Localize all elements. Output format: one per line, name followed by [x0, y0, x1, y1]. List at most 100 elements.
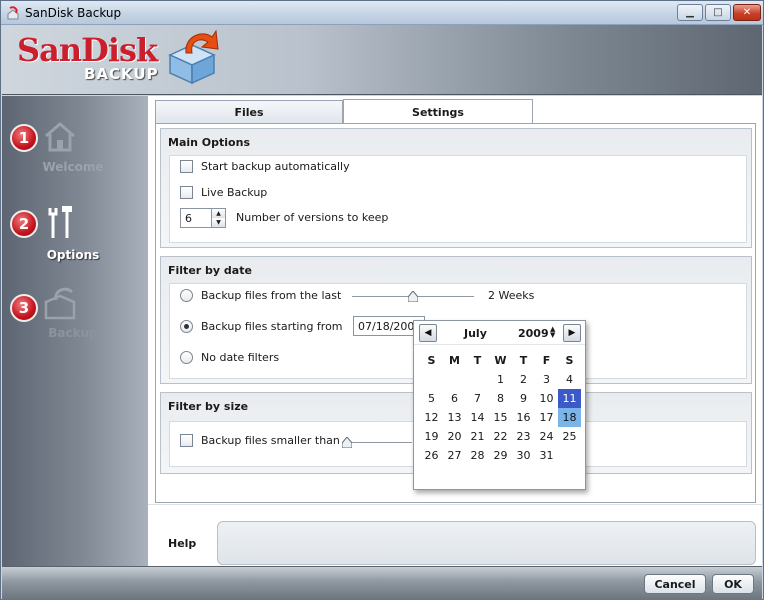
starting-from-row[interactable]: Backup files starting from	[180, 320, 343, 333]
calendar-day[interactable]: 23	[512, 427, 535, 446]
year-spin-icon[interactable]: ▲ ▼	[550, 326, 555, 339]
calendar-year[interactable]: 2009	[518, 327, 549, 340]
product-name: BACKUP	[84, 65, 159, 83]
calendar-day[interactable]: 1	[489, 370, 512, 389]
calendar-empty-cell	[443, 370, 466, 389]
slider-thumb[interactable]	[408, 291, 418, 302]
close-button[interactable]: ✕	[733, 4, 761, 21]
window-title: SanDisk Backup	[25, 6, 122, 20]
calendar-day[interactable]: 24	[535, 427, 558, 446]
sidebar-step-options[interactable]: 2 Options	[2, 204, 148, 284]
step-number-badge: 1	[10, 124, 38, 152]
brand-logo-text: SanDisk	[17, 31, 158, 69]
calendar-day[interactable]: 9	[512, 389, 535, 408]
calendar-day[interactable]: 20	[443, 427, 466, 446]
tab-files[interactable]: Files	[155, 100, 343, 123]
date-range-value: 2 Weeks	[488, 289, 535, 302]
start-auto-checkbox[interactable]	[180, 160, 193, 173]
calendar-day[interactable]: 29	[489, 446, 512, 465]
calendar-day[interactable]: 8	[489, 389, 512, 408]
calendar-day[interactable]: 13	[443, 408, 466, 427]
date-range-slider[interactable]	[352, 290, 474, 304]
calendar-day[interactable]: 5	[420, 389, 443, 408]
calendar-day[interactable]: 18	[558, 408, 581, 427]
calendar-day[interactable]: 6	[443, 389, 466, 408]
calendar-day[interactable]: 19	[420, 427, 443, 446]
size-slider[interactable]	[342, 436, 412, 450]
calendar-day[interactable]: 21	[466, 427, 489, 446]
calendar-day[interactable]: 30	[512, 446, 535, 465]
no-filter-row[interactable]: No date filters	[180, 351, 279, 364]
live-backup-label: Live Backup	[201, 186, 268, 199]
smaller-than-row[interactable]: Backup files smaller than	[180, 434, 340, 447]
calendar-day[interactable]: 22	[489, 427, 512, 446]
from-last-row[interactable]: Backup files from the last	[180, 289, 341, 302]
date-picker-popup: ◀ July 2009 ▲ ▼ ▶ S M T W T F S 1 2 3 4 5 6 7 8 9 10 11 12 1…	[413, 320, 586, 490]
calendar-month[interactable]: July	[464, 327, 487, 340]
title-bar: SanDisk Backup ▁ □ ✕	[1, 1, 763, 25]
calendar-day[interactable]: 27	[443, 446, 466, 465]
no-filter-label: No date filters	[201, 351, 280, 364]
cancel-button[interactable]: Cancel	[644, 574, 706, 594]
sidebar-step-welcome[interactable]: 1 Welcome	[2, 118, 148, 198]
prev-month-button[interactable]: ◀	[419, 324, 437, 342]
calendar-day[interactable]: 31	[535, 446, 558, 465]
backup-box-icon	[44, 287, 76, 320]
weekday-label: M	[449, 354, 460, 367]
ok-button[interactable]: OK	[712, 574, 754, 594]
calendar-day[interactable]: 25	[558, 427, 581, 446]
calendar-day[interactable]: 4	[558, 370, 581, 389]
calendar-empty-cell	[558, 446, 581, 465]
calendar-day[interactable]: 10	[535, 389, 558, 408]
minimize-button[interactable]: ▁	[677, 4, 703, 21]
calendar-day[interactable]: 14	[466, 408, 489, 427]
help-label: Help	[168, 537, 197, 550]
calendar-week-row: 5 6 7 8 9 10 11	[420, 389, 581, 408]
calendar-day[interactable]: 3	[535, 370, 558, 389]
calendar-day[interactable]: 16	[512, 408, 535, 427]
weekday-label: T	[519, 354, 528, 367]
smaller-than-checkbox[interactable]	[180, 434, 193, 447]
chevron-left-icon: ◀	[424, 328, 432, 338]
calendar-day[interactable]: 28	[466, 446, 489, 465]
calendar-day[interactable]: 26	[420, 446, 443, 465]
calendar-day[interactable]: 12	[420, 408, 443, 427]
from-last-label: Backup files from the last	[201, 289, 342, 302]
stepper-down-icon[interactable]: ▼	[212, 218, 225, 227]
calendar-empty-cell	[420, 370, 443, 389]
smaller-than-label: Backup files smaller than	[201, 434, 340, 447]
starting-from-radio[interactable]	[180, 320, 193, 333]
sidebar-step-backup[interactable]: 3 Backup	[2, 287, 148, 368]
stepper-up-icon[interactable]: ▲	[212, 209, 225, 218]
slider-thumb[interactable]	[342, 437, 352, 448]
backup-box-arrow-icon	[168, 29, 219, 85]
calendar-day[interactable]: 7	[466, 389, 489, 408]
calendar-header: ◀ July 2009 ▲ ▼ ▶	[414, 321, 585, 345]
calendar-day[interactable]: 17	[535, 408, 558, 427]
sidebar-step-label: Options	[46, 248, 100, 262]
tab-settings[interactable]: Settings	[343, 99, 533, 124]
calendar-day[interactable]: 15	[489, 408, 512, 427]
maximize-icon: □	[713, 7, 723, 18]
header-banner: SanDisk BACKUP	[2, 25, 762, 95]
live-backup-row[interactable]: Live Backup	[180, 186, 267, 199]
no-filter-radio[interactable]	[180, 351, 193, 364]
close-icon: ✕	[742, 7, 752, 18]
weekday-label: T	[473, 354, 482, 367]
calendar-day[interactable]: 2	[512, 370, 535, 389]
calendar-week-row: 26 27 28 29 30 31	[420, 446, 581, 465]
live-backup-checkbox[interactable]	[180, 186, 193, 199]
wizard-sidebar: 1 Welcome 2 Options 3 Backup	[2, 96, 148, 566]
start-auto-row[interactable]: Start backup automatically	[180, 160, 350, 173]
maximize-button[interactable]: □	[705, 4, 731, 21]
stepper-buttons: ▲ ▼	[211, 209, 225, 227]
versions-stepper[interactable]: 6 ▲ ▼	[180, 208, 226, 228]
main-options-content: Start backup automatically Live Backup 6…	[169, 155, 747, 243]
step-number-badge: 2	[10, 210, 38, 238]
house-icon	[45, 122, 75, 152]
weekday-label: F	[542, 354, 551, 367]
calendar-day[interactable]: 11	[558, 389, 581, 408]
next-month-button[interactable]: ▶	[563, 324, 581, 342]
calendar-week-row: 19 20 21 22 23 24 25	[420, 427, 581, 446]
from-last-radio[interactable]	[180, 289, 193, 302]
